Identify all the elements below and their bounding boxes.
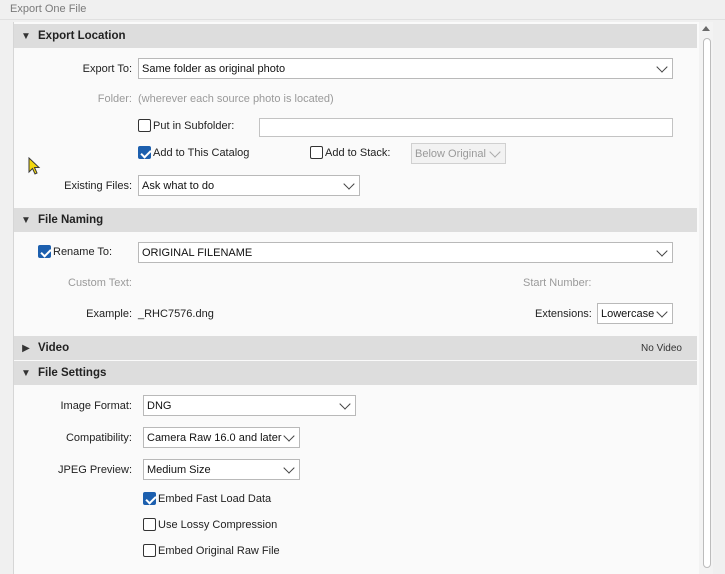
chevron-down-icon [339,398,351,410]
chevron-down-icon [343,178,355,190]
extensions-value: Lowercase [601,307,655,320]
export-to-dropdown[interactable]: Same folder as original photo [138,58,673,79]
example-value: _RHC7576.dng [138,308,214,320]
start-number-label: Start Number: [523,277,592,289]
image-format-dropdown[interactable]: DNG [143,395,356,416]
image-format-label: Image Format: [60,400,132,412]
section-file-naming[interactable]: ▼ File Naming [14,208,697,232]
jpeg-preview-value: Medium Size [147,463,211,476]
subfolder-checkbox[interactable] [138,119,151,132]
existing-files-dropdown[interactable]: Ask what to do [138,175,360,196]
rename-value: ORIGINAL FILENAME [142,246,253,259]
compatibility-value: Camera Raw 16.0 and later [147,431,282,444]
section-export-location[interactable]: ▼ Export Location [14,24,697,48]
add-to-stack-checkbox[interactable] [310,146,323,159]
chevron-down-icon [283,430,295,442]
expanded-triangle-icon: ▼ [21,30,31,42]
jpeg-preview-label: JPEG Preview: [58,464,132,476]
subfolder-input[interactable] [259,118,673,137]
scroll-up-icon[interactable] [702,26,710,31]
embed-raw-label: Embed Original Raw File [158,545,280,557]
section-file-settings[interactable]: ▼ File Settings [14,361,697,385]
folder-value: (wherever each source photo is located) [138,93,334,105]
collapsed-triangle-icon: ▶ [22,342,30,354]
extensions-label: Extensions: [535,308,592,320]
section-title: File Naming [38,214,104,226]
chevron-down-icon [656,306,668,318]
scrollbar-thumb[interactable] [703,38,711,568]
title-divider [0,19,725,20]
folder-label: Folder: [97,93,132,105]
export-to-value: Same folder as original photo [142,62,286,75]
example-label: Example: [86,308,132,320]
chevron-down-icon [656,245,668,257]
export-to-label: Export To: [82,63,132,75]
existing-files-label: Existing Files: [64,180,132,192]
custom-text-label: Custom Text: [68,277,132,289]
rename-template-dropdown[interactable]: ORIGINAL FILENAME [138,242,673,263]
chevron-down-icon [489,146,501,158]
section-title: Export Location [38,30,126,42]
stack-position-dropdown[interactable]: Below Original [411,143,506,164]
video-status: No Video [641,342,682,354]
rename-label: Rename To: [53,246,113,258]
existing-files-value: Ask what to do [142,179,215,192]
section-video[interactable]: ▶ Video No Video [14,336,697,360]
lossy-compression-checkbox[interactable] [143,518,156,531]
embed-fast-load-checkbox[interactable] [143,492,156,505]
expanded-triangle-icon: ▼ [21,214,31,226]
add-to-catalog-checkbox[interactable] [138,146,151,159]
chevron-down-icon [283,462,295,474]
jpeg-preview-dropdown[interactable]: Medium Size [143,459,300,480]
mouse-pointer-icon [28,157,41,175]
expanded-triangle-icon: ▼ [21,367,31,379]
add-to-stack-label: Add to Stack: [325,147,391,159]
window-title: Export One File [10,3,87,15]
embed-raw-checkbox[interactable] [143,544,156,557]
add-to-catalog-label: Add to This Catalog [153,147,250,159]
extensions-dropdown[interactable]: Lowercase [597,303,673,324]
subfolder-label: Put in Subfolder: [153,120,235,132]
chevron-down-icon [656,61,668,73]
rename-checkbox[interactable] [38,245,51,258]
compatibility-label: Compatibility: [65,432,132,444]
stack-position-value: Below Original [415,147,486,160]
compatibility-dropdown[interactable]: Camera Raw 16.0 and later [143,427,300,448]
section-title: Video [38,342,70,354]
lossy-compression-label: Use Lossy Compression [158,519,278,531]
image-format-value: DNG [147,399,172,412]
embed-fast-load-label: Embed Fast Load Data [158,493,272,505]
section-title: File Settings [38,367,107,379]
